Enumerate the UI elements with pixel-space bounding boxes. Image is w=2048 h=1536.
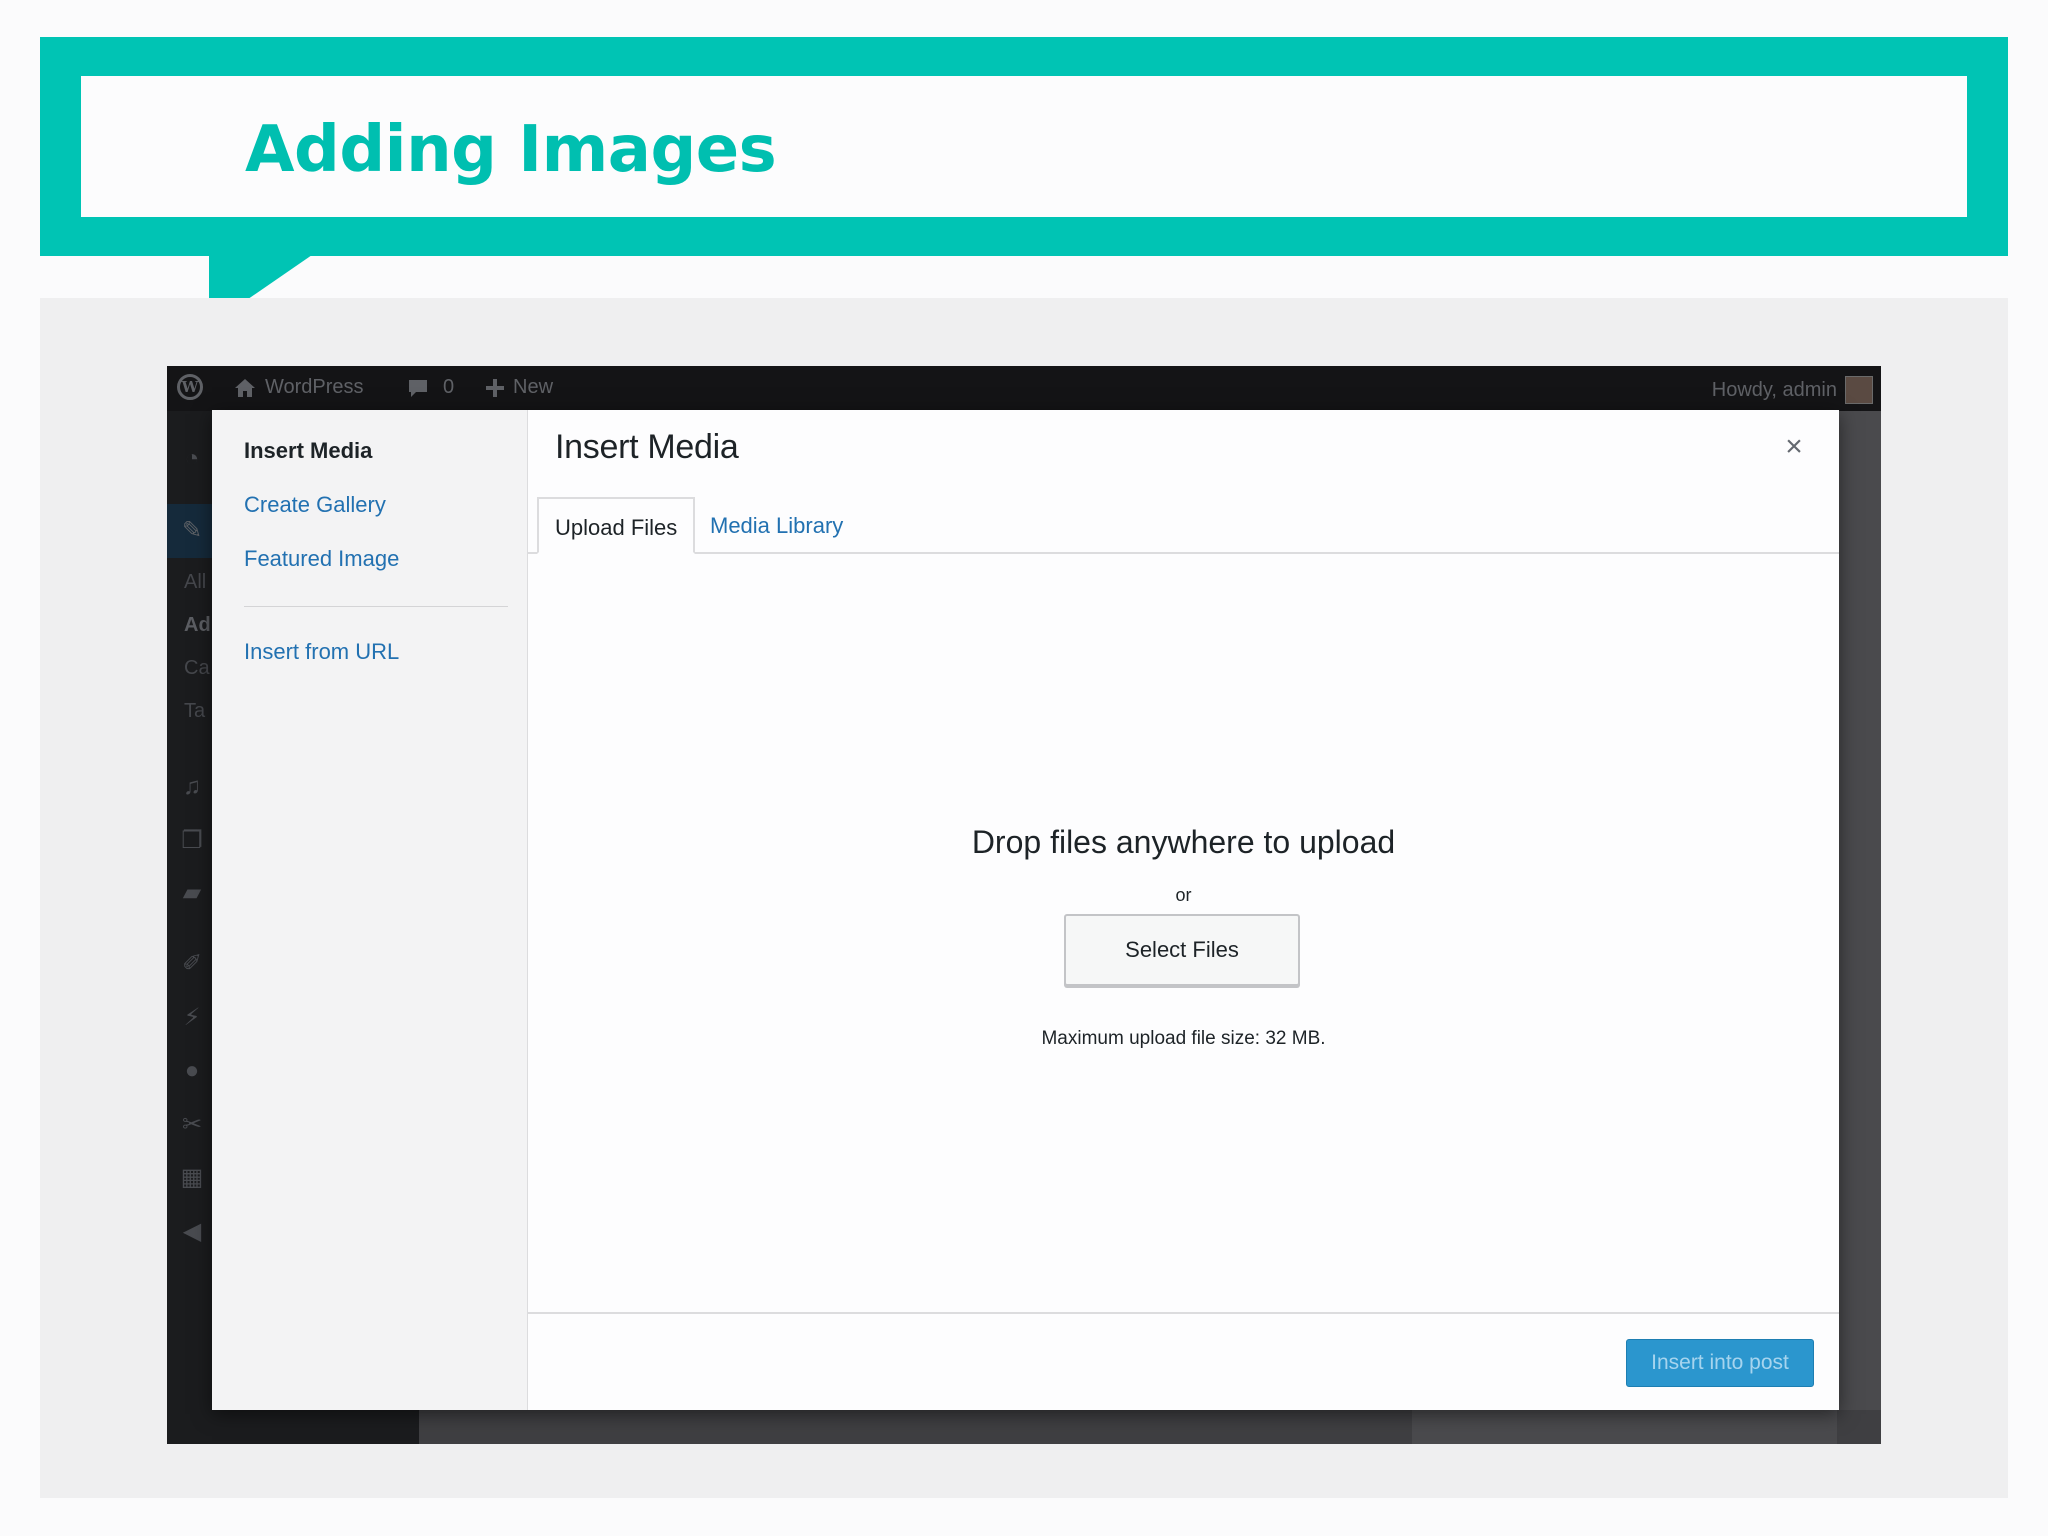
media-icon[interactable]: ♫ (179, 774, 205, 800)
drop-instructions: Drop files anywhere to upload (971, 824, 1396, 860)
users-icon[interactable]: ● (179, 1058, 205, 1084)
sidebar-submenu-categories[interactable]: Ca (184, 657, 210, 680)
sidebar-submenu-all[interactable]: All (184, 571, 206, 594)
menu-separator (244, 606, 508, 607)
appearance-icon[interactable]: ✐ (179, 951, 205, 977)
menu-create-gallery[interactable]: Create Gallery (244, 492, 386, 518)
comment-icon (409, 379, 427, 397)
modal-title: Insert Media (555, 428, 739, 466)
media-router-tabs: Upload Files Media Library (528, 485, 1839, 554)
media-modal-menu: Insert Media Create Gallery Featured Ima… (212, 410, 528, 1410)
admin-bar-comments[interactable]: 0 (407, 376, 454, 399)
slide-banner-inner: Adding Images (81, 76, 1967, 217)
plugins-icon[interactable]: ⚡ (179, 1005, 205, 1031)
insert-media-modal: Insert Media Create Gallery Featured Ima… (212, 410, 1839, 1410)
admin-bar-site[interactable]: WordPress (233, 376, 364, 399)
wordpress-logo-icon[interactable]: W (177, 374, 203, 400)
menu-featured-image[interactable]: Featured Image (244, 546, 399, 572)
new-label: New (513, 376, 554, 398)
howdy-greeting: Howdy, admin (1711, 378, 1837, 401)
dashboard-icon[interactable]: ◔ (179, 446, 205, 472)
modal-toolbar: Insert into post (528, 1312, 1839, 1410)
upload-dropzone[interactable]: Drop files anywhere to upload or Select … (528, 554, 1839, 1272)
slide-banner: Adding Images (40, 37, 2008, 256)
select-files-button[interactable]: Select Files (1064, 914, 1300, 986)
collapse-menu-icon[interactable]: ◀ (179, 1219, 205, 1245)
close-icon[interactable]: × (1779, 432, 1809, 462)
page-edge (1837, 411, 1881, 1444)
max-upload-size: Maximum upload file size: 32 MB. (1041, 1028, 1326, 1049)
settings-icon[interactable]: ▦ (179, 1165, 205, 1191)
comments-count: 0 (443, 376, 455, 398)
avatar (1845, 376, 1873, 404)
tools-icon[interactable]: ✂ (179, 1112, 205, 1138)
home-icon (235, 378, 255, 397)
site-name: WordPress (265, 376, 364, 398)
plus-icon (486, 378, 504, 397)
tab-media-library[interactable]: Media Library (694, 497, 859, 554)
editor-bottom (167, 1410, 1881, 1444)
menu-insert-from-url[interactable]: Insert from URL (244, 639, 399, 665)
admin-bar-account[interactable]: Howdy, admin (1712, 376, 1873, 404)
insert-into-post-button[interactable]: Insert into post (1626, 1339, 1814, 1387)
comments-icon[interactable]: ▰ (179, 880, 205, 906)
sidebar-submenu-add[interactable]: Ad (184, 614, 211, 637)
menu-insert-media[interactable]: Insert Media (244, 438, 372, 464)
pushpin-icon[interactable]: ✎ (179, 518, 205, 544)
pages-icon[interactable]: ❐ (179, 828, 205, 854)
admin-bar-new[interactable]: New (485, 376, 553, 399)
tab-upload-files[interactable]: Upload Files (537, 497, 696, 554)
admin-bar: W WordPress 0 New Howdy, admin (167, 366, 1881, 411)
or-separator: or (1175, 885, 1192, 905)
slide-title: Adding Images (245, 113, 777, 187)
sidebar-submenu-tags[interactable]: Ta (184, 700, 205, 723)
